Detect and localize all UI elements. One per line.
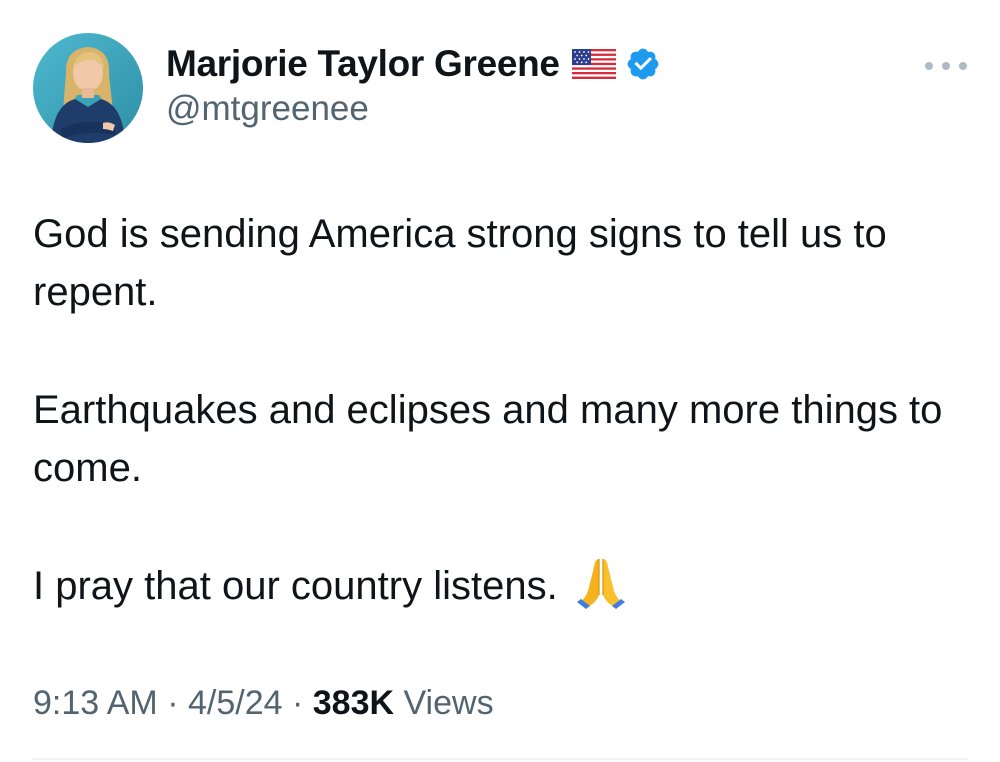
folded-hands-icon (576, 557, 626, 614)
more-options-icon[interactable] (925, 55, 967, 77)
more-dot (959, 62, 967, 70)
us-flag-icon (571, 49, 616, 79)
tweet-paragraph: Earthquakes and eclipses and many more t… (33, 388, 943, 490)
verified-badge-icon[interactable] (625, 46, 661, 82)
meta-separator: · (167, 684, 179, 722)
avatar-photo (33, 33, 143, 143)
tweet-date[interactable]: 4/5/24 (188, 684, 283, 722)
author-display-name[interactable]: Marjorie Taylor Greene (166, 43, 560, 85)
tweet-meta: 9:13 AM · 4/5/24 · 383K Views (33, 684, 494, 723)
meta-separator: · (291, 684, 304, 722)
avatar[interactable] (33, 33, 143, 143)
more-dot (925, 62, 933, 70)
views-count[interactable]: 383K (313, 684, 394, 722)
author-name-row: Marjorie Taylor Greene (166, 40, 661, 88)
tweet-time[interactable]: 9:13 AM (33, 684, 158, 722)
tweet-last-line: I pray that our country listens. (33, 557, 973, 615)
more-dot (942, 62, 950, 70)
author-handle[interactable]: @mtgreenee (166, 89, 369, 129)
tweet-paragraph: God is sending America strong signs to t… (33, 212, 887, 314)
tweet-paragraph: I pray that our country listens. (33, 564, 558, 608)
divider (33, 758, 968, 760)
views-label[interactable]: Views (403, 684, 493, 722)
